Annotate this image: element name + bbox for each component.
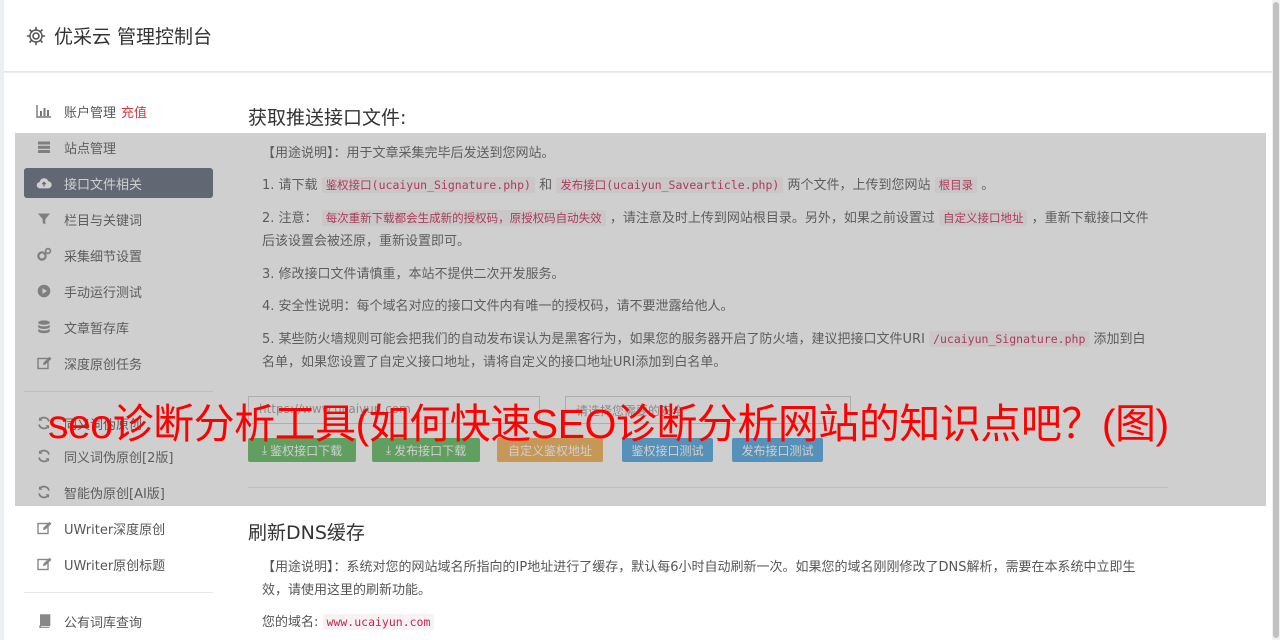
sidebar-item-public-lexicon[interactable]: 公有词库查询 [24, 606, 213, 636]
scrollbar-thumb[interactable] [1273, 2, 1279, 638]
sidebar-item-label: UWriter原创标题 [64, 558, 166, 574]
sidebar-item-account[interactable]: 账户管理 充值 [24, 96, 213, 126]
sidebar-item-uwriter-deep[interactable]: UWriter深度原创 [24, 513, 213, 543]
book-icon [36, 613, 52, 629]
domain-label: 您的域名: [262, 615, 319, 630]
domain-row: 您的域名: www.ucaiyun.com [262, 611, 1152, 634]
dns-usage-note: 【用途说明】：系统对您的网站域名所指向的IP地址进行了缓存，默认每6小时自动刷新… [262, 556, 1152, 602]
sidebar-item-label: 公有词库查询 [64, 615, 143, 631]
edit-icon [36, 520, 52, 536]
dns-usage-label: 【用途说明】 [262, 560, 334, 575]
gray-overlay [15, 133, 1266, 506]
header-bar: 优采云 管理控制台 [4, 0, 1272, 72]
bar-chart-icon [36, 103, 52, 119]
domain-value: www.ucaiyun.com [322, 614, 435, 630]
recharge-link[interactable]: 充值 [121, 102, 147, 121]
page-title: 优采云 管理控制台 [54, 26, 213, 48]
edit-icon [36, 556, 52, 572]
sidebar-item-label: UWriter深度原创 [64, 522, 166, 538]
watermark-text: seo诊断分析工具(如何快速SEO诊断分析网站的知识点吧？(图) [48, 401, 1169, 447]
section-title-dns: 刷新DNS缓存 [248, 522, 365, 544]
sidebar-divider [24, 592, 213, 593]
gear-icon [26, 26, 46, 45]
sidebar-item-uwriter-title[interactable]: UWriter原创标题 [24, 549, 213, 579]
dns-usage-text: ：系统对您的网站域名所指向的IP地址进行了缓存，默认每6小时自动刷新一次。如果您… [262, 560, 1136, 598]
section-title-interface-files: 获取推送接口文件: [248, 107, 407, 129]
sidebar-item-label: 账户管理 [64, 105, 117, 121]
